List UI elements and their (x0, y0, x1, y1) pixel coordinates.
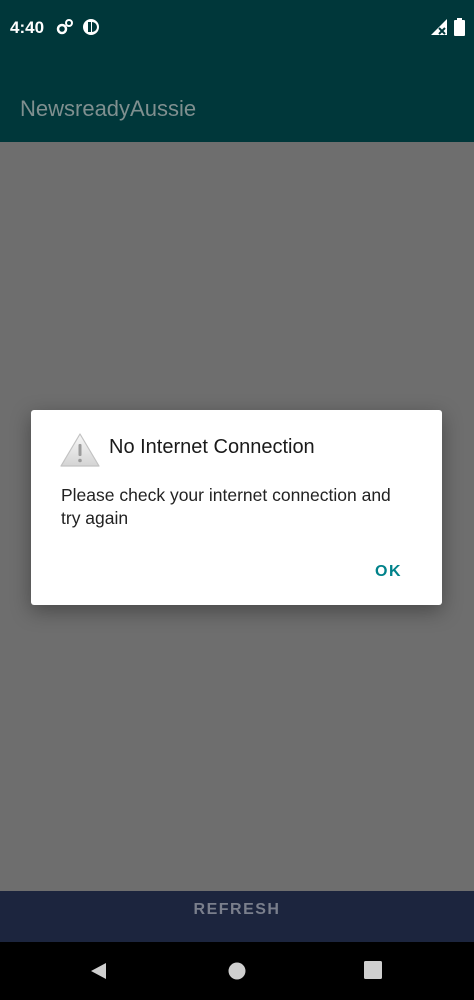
status-time: 4:40 (10, 18, 45, 37)
ok-button[interactable]: OK (375, 563, 402, 581)
dialog-message: Please check your internet connection an… (61, 485, 391, 528)
warning-icon (59, 432, 101, 468)
back-icon[interactable] (88, 961, 108, 986)
refresh-label: REFRESH (193, 901, 281, 918)
no-internet-dialog: No Internet Connection Please check your… (31, 410, 442, 605)
info-circle-icon (82, 18, 100, 41)
app-title: NewsreadyAussie (20, 96, 197, 121)
app-bar: NewsreadyAussie (0, 60, 474, 142)
settings-icon (56, 18, 74, 41)
no-signal-icon (430, 18, 448, 41)
navigation-bar (0, 942, 474, 1000)
refresh-button[interactable]: REFRESH (0, 891, 474, 942)
home-icon[interactable] (227, 961, 247, 986)
battery-icon (454, 18, 465, 41)
dialog-title: No Internet Connection (109, 436, 315, 458)
recents-icon[interactable] (364, 961, 382, 984)
status-bar: 4:40 (0, 0, 474, 60)
